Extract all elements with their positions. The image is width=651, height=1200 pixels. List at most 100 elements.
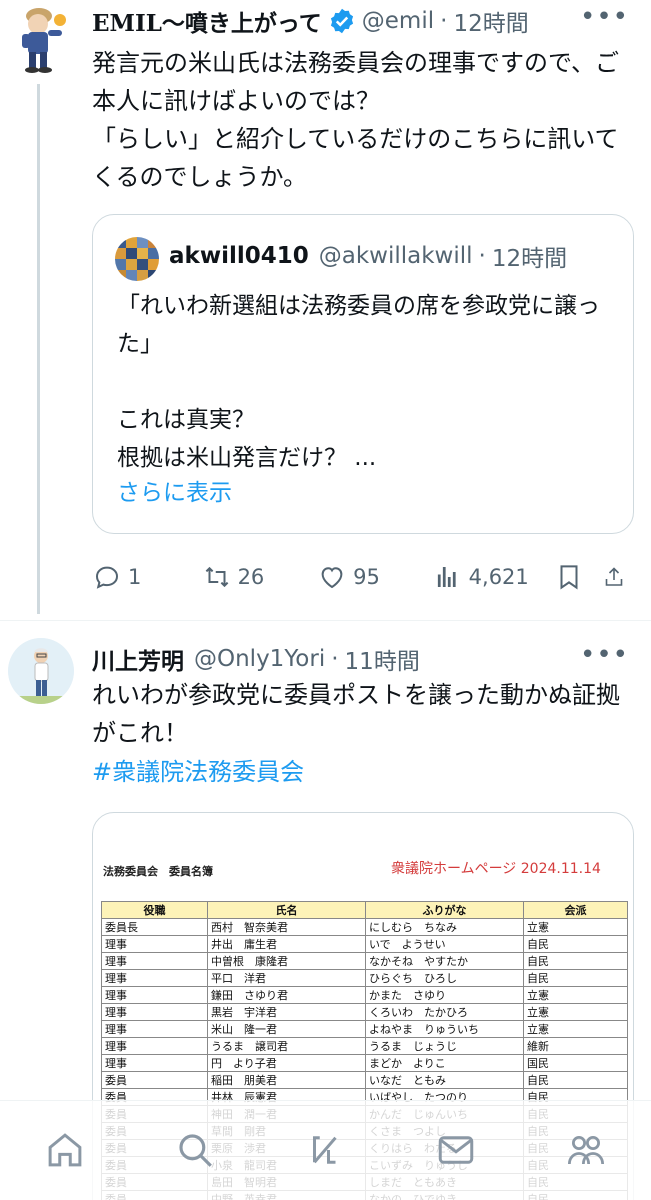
table-row: 理事 うるま 譲司君 うるま じょうじ 維新 [101, 1037, 628, 1055]
like-button[interactable]: 95 [317, 562, 433, 592]
table-cell: 理事 [101, 1020, 208, 1038]
bookmark-icon [560, 565, 578, 590]
table-row: 理事 鎌田 さゆり君 かまた さゆり 立憲 [101, 986, 628, 1004]
search-icon [179, 1134, 213, 1167]
separator: · [331, 646, 339, 672]
avatar[interactable] [8, 638, 74, 704]
more-options-icon[interactable]: ••• [580, 640, 629, 670]
display-name[interactable]: 川上芳明 [92, 642, 184, 676]
table-header-cell: 会派 [523, 901, 628, 919]
table-cell: 委員 [101, 1071, 208, 1089]
table-cell: 立憲 [523, 1020, 628, 1038]
table-cell: 平口 洋君 [207, 969, 366, 987]
tweet-header: 川上芳明 @Only1Yori · 11時間 [92, 642, 420, 676]
quote-timestamp[interactable]: 12時間 [492, 239, 567, 273]
table-cell: 稲田 朋美君 [207, 1071, 366, 1089]
table-cell: 維新 [523, 1037, 628, 1055]
timestamp[interactable]: 12時間 [453, 4, 528, 38]
table-header-cell: ふりがな [365, 901, 524, 919]
image-doc-source: 衆議院ホームページ 2024.11.14 [391, 861, 601, 877]
nav-home[interactable] [44, 1129, 86, 1175]
grok-icon [313, 1136, 338, 1164]
table-cell: 中曽根 康隆君 [207, 952, 366, 970]
share-icon [605, 567, 623, 586]
table-cell: 理事 [101, 969, 208, 987]
hashtag-link[interactable]: #衆議院法務委員会 [92, 752, 304, 787]
more-options-icon[interactable]: ••• [580, 2, 629, 32]
nav-search[interactable] [174, 1129, 216, 1175]
show-more-link[interactable]: さらに表示 [117, 473, 232, 507]
table-cell: 鎌田 さゆり君 [207, 986, 366, 1004]
reply-count: 1 [128, 565, 142, 589]
share-button[interactable] [602, 562, 632, 592]
table-cell: 国民 [523, 1054, 628, 1072]
nav-grok[interactable] [304, 1129, 346, 1175]
quote-user-handle[interactable]: @akwillakwill [319, 243, 473, 269]
table-cell: 西村 智奈美君 [207, 918, 366, 936]
display-name[interactable]: EMIL〜噴き上がって [92, 4, 322, 38]
tweet-actions: 1 26 95 4,621 [92, 560, 632, 594]
separator: · [440, 8, 448, 34]
views-icon [437, 567, 456, 587]
nav-communities[interactable] [565, 1129, 607, 1175]
communities-icon [567, 1136, 604, 1165]
nav-messages[interactable] [435, 1129, 477, 1175]
quote-separator: · [478, 243, 486, 269]
table-cell: 自民 [523, 952, 628, 970]
table-cell: 理事 [101, 952, 208, 970]
reply-icon [95, 566, 119, 589]
image-doc-title: 法務委員会 委員名簿 [103, 865, 213, 878]
retweet-button[interactable]: 26 [202, 562, 318, 592]
quote-text: 「れいわ新選組は法務委員の席を参政党に譲った」 これは真実？ 根拠は米山発言だけ… [117, 293, 600, 471]
quoted-tweet[interactable]: akwill0410 @akwillakwill · 12時間 「れいわ新選組は… [92, 214, 634, 534]
table-cell: 理事 [101, 1003, 208, 1021]
table-cell: まどか よりこ [365, 1054, 524, 1072]
table-cell: よねやま りゅういち [365, 1020, 524, 1038]
reply-button[interactable]: 1 [92, 562, 202, 592]
table-cell: ひらぐち ひろし [365, 969, 524, 987]
heart-icon [321, 567, 343, 589]
table-cell: 自民 [523, 969, 628, 987]
table-cell: 円 より子君 [207, 1054, 366, 1072]
views-button[interactable]: 4,621 [433, 562, 555, 592]
quote-header: akwill0410 @akwillakwill · 12時間 [169, 239, 567, 273]
table-header-cell: 役職 [101, 901, 208, 919]
table-header-cell: 氏名 [207, 901, 366, 919]
user-handle[interactable]: @emil [362, 8, 434, 34]
table-row: 理事 井出 庸生君 いで ようせい 自民 [101, 935, 628, 953]
avatar[interactable] [8, 2, 70, 78]
table-cell: いなだ ともみ [365, 1071, 524, 1089]
tweet-text: れいわが参政党に委員ポストを譲った動かぬ証拠がこれ！ [92, 681, 620, 747]
table-cell: うるま じょうじ [365, 1037, 524, 1055]
table-cell: いで ようせい [365, 935, 524, 953]
table-cell: 井出 庸生君 [207, 935, 366, 953]
views-count: 4,621 [468, 565, 529, 589]
like-count: 95 [353, 565, 380, 589]
tweet-header: EMIL〜噴き上がって @emil · 12時間 [92, 4, 529, 38]
table-row: 委員 稲田 朋美君 いなだ ともみ 自民 [101, 1071, 628, 1089]
table-cell: うるま 譲司君 [207, 1037, 366, 1055]
table-row: 理事 黒岩 宇洋君 くろいわ たかひろ 立憲 [101, 1003, 628, 1021]
tweet-emil[interactable]: EMIL〜噴き上がって @emil · 12時間 ••• 発言元の米山氏は法務委… [0, 0, 651, 620]
table-cell: にしむら ちなみ [365, 918, 524, 936]
quote-display-name[interactable]: akwill0410 [169, 243, 309, 269]
bottom-navigation [0, 1100, 651, 1200]
table-row: 委員長 西村 智奈美君 にしむら ちなみ 立憲 [101, 918, 628, 936]
table-cell: 自民 [523, 935, 628, 953]
table-cell: くろいわ たかひろ [365, 1003, 524, 1021]
retweet-icon [205, 566, 228, 588]
table-cell: 委員長 [101, 918, 208, 936]
table-cell: 立憲 [523, 1003, 628, 1021]
quote-avatar[interactable] [115, 237, 159, 281]
bookmark-button[interactable] [554, 562, 602, 592]
user-handle[interactable]: @Only1Yori [194, 646, 325, 672]
table-cell: 理事 [101, 986, 208, 1004]
timestamp[interactable]: 11時間 [345, 642, 420, 676]
table-row: 理事円 より子君 まどか よりこ 国民 [101, 1054, 628, 1072]
table-cell: 立憲 [523, 986, 628, 1004]
table-cell: 理事 [101, 1037, 208, 1055]
table-row: 理事 平口 洋君 ひらぐち ひろし 自民 [101, 969, 628, 987]
tweet-text: 発言元の米山氏は法務委員会の理事ですので、ご本人に訊けばよいのでは？ 「らしい」… [92, 49, 620, 191]
table-cell: 黒岩 宇洋君 [207, 1003, 366, 1021]
home-icon [48, 1133, 82, 1167]
